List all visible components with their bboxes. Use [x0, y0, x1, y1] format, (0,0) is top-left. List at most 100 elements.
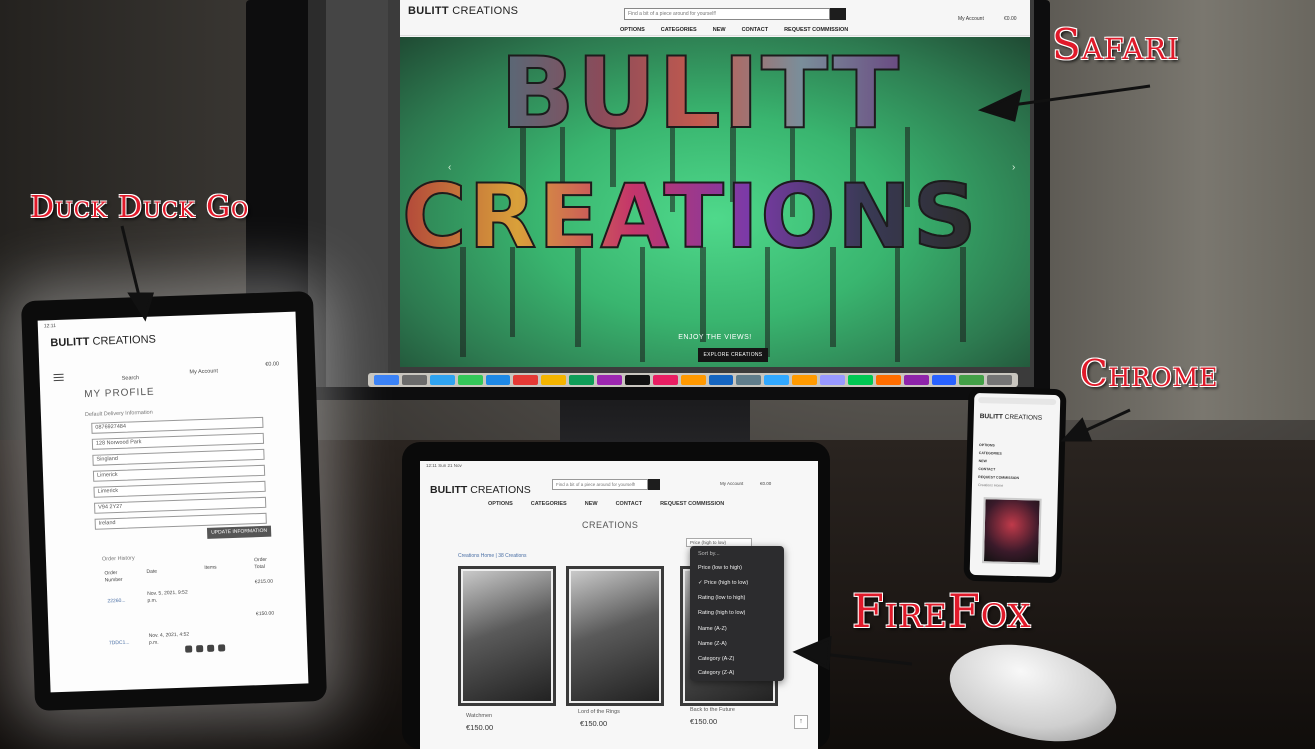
firefox-icon[interactable] [875, 375, 901, 385]
nav-options[interactable]: OPTIONS [488, 501, 513, 507]
my-account-link[interactable]: My Account [189, 368, 218, 375]
launchpad-icon[interactable] [401, 375, 427, 385]
instagram-icon[interactable] [207, 644, 215, 652]
mobile-menu: OPTIONS CATEGORIES NEW CONTACT REQUEST C… [978, 441, 1020, 490]
premiere-icon[interactable] [820, 375, 845, 385]
nav-categories[interactable]: CATEGORIES [531, 501, 567, 507]
search-input[interactable]: Find a bit of a piece around for yoursel… [552, 479, 648, 490]
sort-option[interactable]: Sort by... [698, 551, 720, 557]
site-logo[interactable]: BULITT CREATIONS [430, 484, 531, 496]
main-nav: OPTIONS CATEGORIES NEW CONTACT REQUEST C… [620, 27, 848, 33]
product-card[interactable] [566, 566, 664, 706]
order-history-label: Order History [101, 555, 135, 563]
nav-contact[interactable]: CONTACT [742, 27, 768, 33]
sort-option[interactable]: Category (A-Z) [698, 656, 734, 662]
sort-option[interactable]: Name (A-Z) [698, 626, 727, 632]
sort-option[interactable]: Name (Z-A) [698, 641, 727, 647]
nav-request-commission[interactable]: REQUEST COMMISSION [660, 501, 724, 507]
sort-option-selected[interactable]: ✓ Price (high to low) [698, 580, 748, 586]
nav-new[interactable]: NEW [585, 501, 598, 507]
hamburger-menu-icon[interactable] [53, 373, 64, 382]
my-account-link[interactable]: My Account [958, 16, 984, 22]
search-button[interactable] [648, 479, 660, 490]
phone-screen: BULITT CREATIONS OPTIONS CATEGORIES NEW … [969, 392, 1061, 578]
site-logo[interactable]: BULITT CREATIONS [50, 334, 156, 350]
sort-option[interactable]: Price (low to high) [698, 565, 742, 571]
breadcrumb[interactable]: Creations Home [978, 481, 1019, 490]
photos-icon[interactable] [652, 375, 678, 385]
vscode-icon[interactable] [903, 375, 929, 385]
status-time: 12:11 [43, 323, 57, 330]
my-account-link[interactable]: My Account [720, 481, 743, 486]
site-logo[interactable]: BULITT CREATIONS [408, 5, 518, 17]
facebook-icon[interactable] [185, 645, 193, 653]
tv-icon[interactable] [624, 375, 650, 385]
notes-icon[interactable] [541, 375, 567, 385]
photo-scene: BULITT CREATIONS Find a bit of a piece a… [0, 0, 1315, 749]
carousel-prev-icon[interactable]: ‹ [448, 162, 451, 173]
product-title[interactable]: Watchmen [466, 713, 492, 719]
illustrator-icon[interactable] [792, 375, 817, 385]
pages-icon[interactable] [680, 375, 706, 385]
spotify-icon[interactable] [959, 375, 985, 385]
nav-contact[interactable]: CONTACT [616, 501, 642, 507]
address1-field[interactable]: 128 Norwood Park [91, 432, 265, 450]
zoom-icon[interactable] [931, 375, 957, 385]
breadcrumb[interactable]: Creations Home | 38 Creations [458, 553, 527, 559]
product-card[interactable] [458, 566, 556, 706]
order-link[interactable]: 22260... [107, 598, 125, 606]
product-image[interactable] [981, 497, 1042, 565]
nav-options[interactable]: OPTIONS [620, 27, 645, 33]
cart-total[interactable]: €0.00 [265, 361, 279, 367]
maps-icon[interactable] [569, 375, 594, 385]
update-information-button[interactable]: UPDATE INFORMATION [206, 525, 272, 539]
product-title[interactable]: Back to the Future [690, 707, 735, 713]
section-label: Default Delivery Information [84, 409, 153, 419]
hero-tagline: ENJOY THE VIEWS! [678, 334, 752, 341]
nav-new[interactable]: NEW [713, 27, 726, 33]
chrome-address-bar[interactable] [978, 397, 1057, 406]
product-title[interactable]: Lord of the Rings [578, 709, 620, 715]
app-store-icon[interactable] [708, 375, 734, 385]
address2-field[interactable]: Singland [92, 448, 265, 466]
settings-icon[interactable] [736, 375, 762, 385]
tablet-duckduckgo: 12:11 BULITT CREATIONS Search My Account… [20, 291, 328, 711]
order-total: €150.00 [255, 610, 275, 618]
page-title: MY PROFILE [84, 386, 155, 401]
trash-icon[interactable] [987, 375, 1013, 385]
sort-option[interactable]: Rating (low to high) [698, 595, 745, 601]
photoshop-icon[interactable] [764, 375, 790, 385]
nav-request-commission[interactable]: REQUEST COMMISSION [784, 27, 848, 33]
cart-total[interactable]: €0.00 [1004, 16, 1017, 22]
messages-icon[interactable] [457, 375, 483, 385]
county-field[interactable]: Limerick [93, 480, 266, 498]
cart-total[interactable]: €0.00 [760, 481, 771, 486]
chrome-icon[interactable] [847, 375, 873, 385]
finder-icon[interactable] [374, 375, 399, 385]
linkedin-icon[interactable] [218, 644, 226, 652]
search-button[interactable] [830, 8, 846, 20]
search-input[interactable]: Find a bit of a piece around for yoursel… [624, 8, 830, 20]
city-field[interactable]: Limerick [92, 464, 266, 482]
phone-field[interactable]: 0876927484 [91, 416, 264, 434]
safari-icon[interactable] [429, 375, 455, 385]
order-link[interactable]: 7DDC1... [109, 640, 130, 648]
search-link[interactable]: Search [122, 375, 140, 382]
sort-option[interactable]: Category (Z-A) [698, 670, 734, 676]
site-logo[interactable]: BULITT CREATIONS [980, 413, 1043, 422]
postcode-field[interactable]: V94 2Y27 [94, 496, 267, 514]
music-icon[interactable] [513, 375, 539, 385]
scroll-to-top-button[interactable]: ↑ [794, 715, 808, 729]
explore-creations-button[interactable]: EXPLORE CREATIONS [698, 348, 768, 362]
mail-icon[interactable] [485, 375, 511, 385]
hero-banner: BULITT CREATIONS ‹ › ENJOY THE VIEWS! EX… [400, 36, 1030, 367]
nav-categories[interactable]: CATEGORIES [661, 27, 697, 33]
sort-dropdown: Sort by... Price (low to high) ✓ Price (… [690, 546, 784, 681]
order-date: Nov. 5, 2021, 9:52 p.m. [147, 589, 188, 604]
twitter-icon[interactable] [196, 645, 204, 653]
podcasts-icon[interactable] [597, 375, 622, 385]
social-links [185, 644, 226, 653]
sort-option[interactable]: Rating (high to low) [698, 610, 745, 616]
hero-title-line1: BULITT [499, 36, 902, 152]
carousel-next-icon[interactable]: › [1012, 162, 1015, 173]
